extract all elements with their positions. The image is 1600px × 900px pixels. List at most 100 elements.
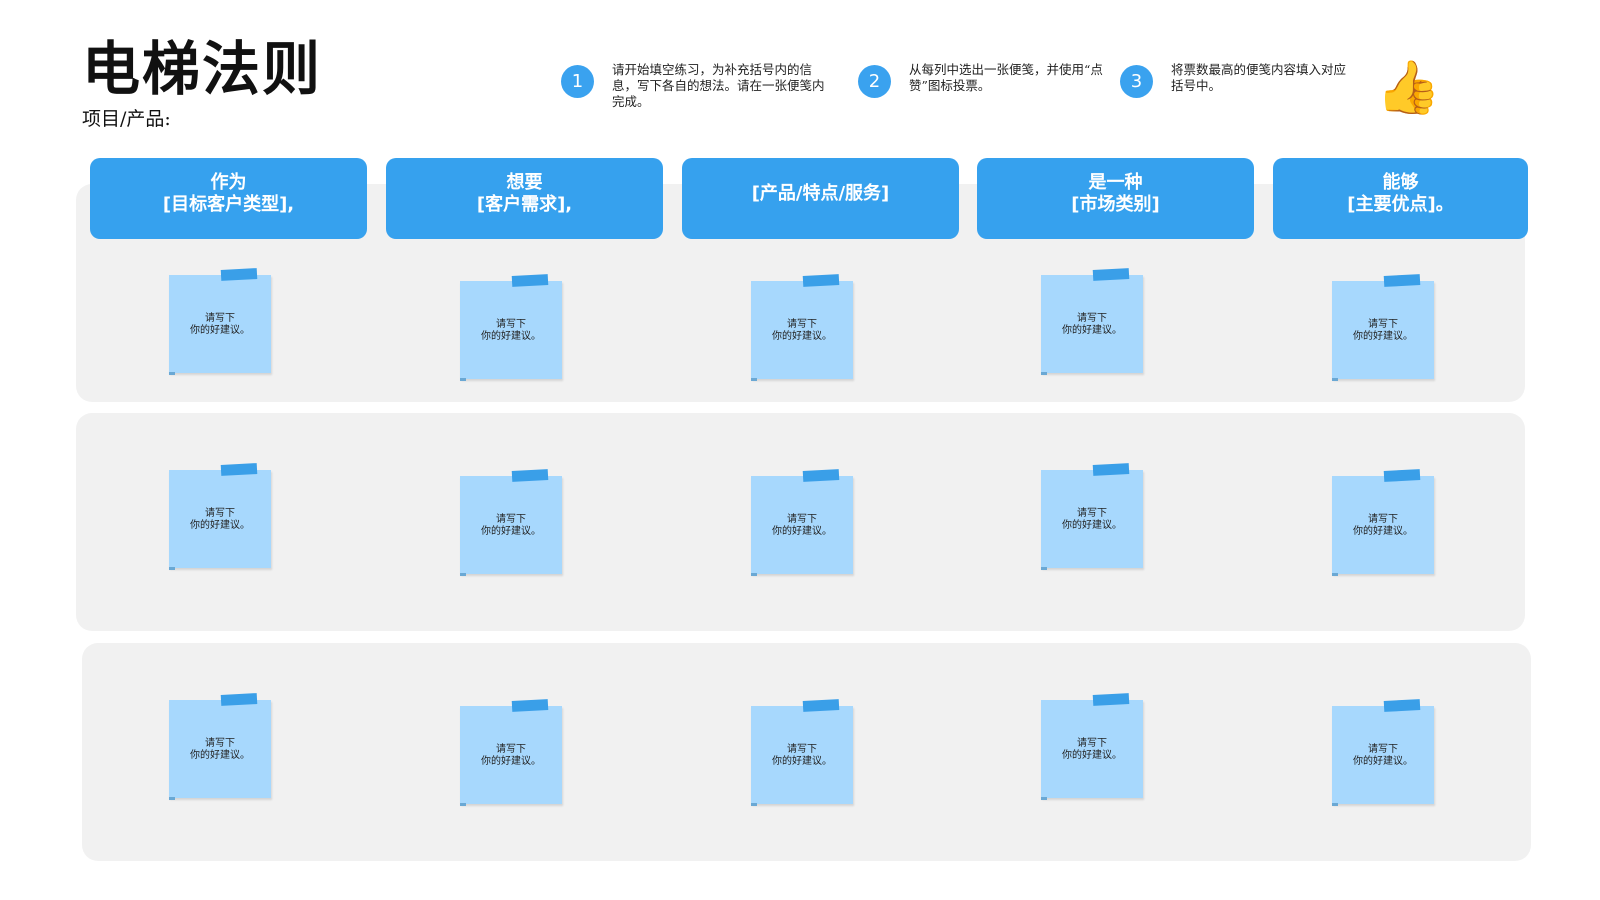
column-header-line2: [目标客户类型],	[162, 193, 295, 215]
sticky-note-line2: 你的好建议。	[190, 325, 250, 336]
column-header-product: [产品/特点/服务]	[682, 158, 959, 239]
thumbs-up-icon[interactable]: 👍	[1376, 62, 1441, 114]
project-product-label: 项目/产品:	[82, 108, 171, 130]
sticky-note[interactable]: 请写下 你的好建议。	[169, 693, 271, 800]
note-fold	[751, 803, 757, 806]
sticky-note-line1: 请写下	[205, 508, 235, 519]
sticky-note-line1: 请写下	[1077, 508, 1107, 519]
sticky-note-line1: 请写下	[787, 319, 817, 330]
sticky-note[interactable]: 请写下 你的好建议。	[1041, 268, 1143, 375]
sticky-note-text: 请写下 你的好建议。	[460, 744, 562, 768]
tape-strip	[802, 699, 840, 712]
sticky-note-text: 请写下 你的好建议。	[460, 319, 562, 343]
note-fold	[169, 372, 175, 375]
instruction-step-3: 3 将票数最高的便笺内容填入对应括号中。	[1120, 62, 1351, 98]
sticky-note-line2: 你的好建议。	[481, 526, 541, 537]
sticky-note-line1: 请写下	[1077, 738, 1107, 749]
sticky-note-line2: 你的好建议。	[481, 756, 541, 767]
tape-strip	[1092, 463, 1130, 476]
column-header-target-customer: 作为 [目标客户类型],	[90, 158, 367, 239]
sticky-note[interactable]: 请写下 你的好建议。	[751, 469, 853, 576]
note-fold	[1041, 797, 1047, 800]
tape-strip	[220, 268, 258, 281]
step-number-badge: 2	[858, 65, 891, 98]
sticky-note-line2: 你的好建议。	[190, 520, 250, 531]
sticky-note[interactable]: 请写下 你的好建议。	[169, 268, 271, 375]
column-header-line1: 作为	[210, 171, 247, 193]
sticky-note-line1: 请写下	[205, 313, 235, 324]
sticky-note[interactable]: 请写下 你的好建议。	[1332, 469, 1434, 576]
tape-strip	[1092, 268, 1130, 281]
sticky-note-line1: 请写下	[1368, 744, 1398, 755]
step-number-badge: 3	[1120, 65, 1153, 98]
tape-strip	[220, 693, 258, 706]
sticky-note[interactable]: 请写下 你的好建议。	[1041, 693, 1143, 800]
sticky-note-text: 请写下 你的好建议。	[169, 508, 271, 532]
sticky-note-line1: 请写下	[787, 514, 817, 525]
note-fold	[169, 797, 175, 800]
column-header-line2: [主要优点]。	[1347, 193, 1454, 215]
note-fold	[169, 567, 175, 570]
column-header-key-benefit: 能够 [主要优点]。	[1273, 158, 1528, 239]
tape-strip	[220, 463, 258, 476]
page-title: 电梯法则	[82, 35, 323, 103]
note-fold	[460, 378, 466, 381]
column-header-line1: [产品/特点/服务]	[751, 182, 890, 204]
sticky-note-text: 请写下 你的好建议。	[1332, 514, 1434, 538]
instruction-step-1: 1 请开始填空练习，为补充括号内的信息，写下各自的想法。请在一张便笺内完成。	[561, 62, 832, 110]
sticky-note-text: 请写下 你的好建议。	[169, 313, 271, 337]
sticky-note-text: 请写下 你的好建议。	[1041, 738, 1143, 762]
instruction-step-2: 2 从每列中选出一张便笺，并使用“点赞”图标投票。	[858, 62, 1109, 98]
note-fold	[1332, 803, 1338, 806]
sticky-note-line1: 请写下	[1077, 313, 1107, 324]
column-header-line1: 想要	[506, 171, 543, 193]
sticky-note[interactable]: 请写下 你的好建议。	[460, 274, 562, 381]
tape-strip	[1092, 693, 1130, 706]
sticky-note-line1: 请写下	[1368, 319, 1398, 330]
tape-strip	[1383, 274, 1421, 287]
sticky-note-line1: 请写下	[496, 514, 526, 525]
sticky-note-text: 请写下 你的好建议。	[751, 514, 853, 538]
sticky-note[interactable]: 请写下 你的好建议。	[1041, 463, 1143, 570]
note-fold	[1041, 372, 1047, 375]
sticky-note-text: 请写下 你的好建议。	[460, 514, 562, 538]
sticky-note-text: 请写下 你的好建议。	[751, 319, 853, 343]
tape-strip	[1383, 469, 1421, 482]
instruction-text: 请开始填空练习，为补充括号内的信息，写下各自的想法。请在一张便笺内完成。	[612, 62, 825, 109]
note-fold	[751, 378, 757, 381]
note-fold	[1041, 567, 1047, 570]
sticky-note-text: 请写下 你的好建议。	[1332, 319, 1434, 343]
sticky-note-line2: 你的好建议。	[1062, 325, 1122, 336]
sticky-note-line2: 你的好建议。	[1353, 526, 1413, 537]
note-fold	[1332, 378, 1338, 381]
sticky-note-line1: 请写下	[205, 738, 235, 749]
sticky-note[interactable]: 请写下 你的好建议。	[1332, 699, 1434, 806]
sticky-note[interactable]: 请写下 你的好建议。	[751, 274, 853, 381]
sticky-note-text: 请写下 你的好建议。	[1041, 508, 1143, 532]
column-header-market-category: 是一种 [市场类别]	[977, 158, 1254, 239]
note-fold	[460, 573, 466, 576]
note-fold	[1332, 573, 1338, 576]
sticky-note-text: 请写下 你的好建议。	[751, 744, 853, 768]
instruction-text: 从每列中选出一张便笺，并使用“点赞”图标投票。	[909, 62, 1103, 93]
tape-strip	[511, 469, 549, 482]
sticky-note-text: 请写下 你的好建议。	[169, 738, 271, 762]
sticky-note[interactable]: 请写下 你的好建议。	[460, 469, 562, 576]
sticky-note-line1: 请写下	[496, 744, 526, 755]
sticky-note-line2: 你的好建议。	[1353, 756, 1413, 767]
sticky-note-line1: 请写下	[496, 319, 526, 330]
tape-strip	[511, 274, 549, 287]
column-header-line2: [市场类别]	[1071, 193, 1160, 215]
sticky-note[interactable]: 请写下 你的好建议。	[460, 699, 562, 806]
sticky-note[interactable]: 请写下 你的好建议。	[1332, 274, 1434, 381]
sticky-note-text: 请写下 你的好建议。	[1041, 313, 1143, 337]
column-header-line1: 是一种	[1088, 171, 1143, 193]
sticky-note-line2: 你的好建议。	[772, 756, 832, 767]
sticky-note[interactable]: 请写下 你的好建议。	[169, 463, 271, 570]
sticky-note-line2: 你的好建议。	[190, 750, 250, 761]
tape-strip	[802, 469, 840, 482]
instruction-text: 将票数最高的便笺内容填入对应括号中。	[1171, 62, 1347, 93]
column-header-line2: [客户需求],	[476, 193, 573, 215]
tape-strip	[1383, 699, 1421, 712]
sticky-note[interactable]: 请写下 你的好建议。	[751, 699, 853, 806]
